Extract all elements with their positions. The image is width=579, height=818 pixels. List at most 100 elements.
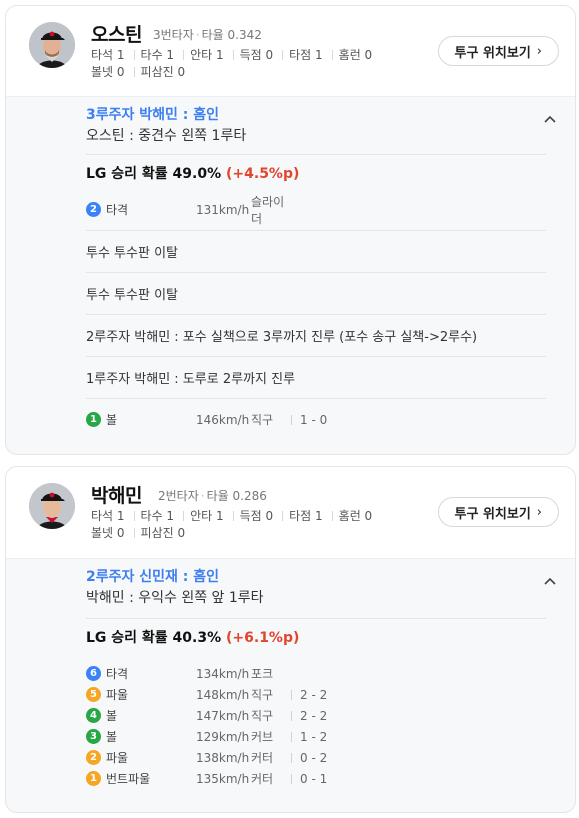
pitch-type: 직구 (251, 413, 274, 427)
win-probability-text: LG 승리 확률 49.0% (86, 166, 222, 182)
pitch-speed: 147km/h (196, 708, 250, 723)
collapse-chevron-up-icon[interactable] (542, 111, 558, 127)
play-detail: 2루주자 신민재 : 홈인 박해민 : 우익수 왼쪽 앞 1루타 LG 승리 확… (6, 559, 575, 789)
pitch-row: 1 번트파울 135km/h 커터 0 - 1 (86, 768, 546, 789)
pitch-type: 커브 (251, 730, 274, 744)
win-probability-delta: (+4.5%p) (226, 166, 300, 182)
stat-item: 타석 1 (91, 47, 135, 64)
stat-item: 피삼진 0 (140, 65, 186, 79)
pitch-speed: 135km/h (196, 771, 250, 786)
pitch-number-badge: 2 (86, 750, 101, 765)
batting-order: 2번타자 (158, 489, 199, 503)
pitch-result: 볼 (106, 730, 118, 744)
win-probability-text: LG 승리 확률 40.3% (86, 630, 222, 646)
pitch-result: 번트파울 (106, 772, 151, 786)
pitch-number-badge: 6 (86, 666, 101, 681)
pitch-location-label: 투구 위치보기 (454, 506, 531, 522)
player-avatar-icon (29, 483, 75, 529)
player-meta: 2번타자 · 타율 0.286 (158, 489, 267, 503)
win-probability: LG 승리 확률 49.0% (+4.5%p) (86, 154, 546, 192)
win-probability-delta: (+6.1%p) (226, 630, 300, 646)
player-name: 오스틴 (91, 24, 142, 46)
batter-header: 오스틴 3번타자 · 타율 0.342 타석 1 타수 1 안타 1 득점 0 타점 1 홈런… (6, 6, 575, 97)
stat-item: 안타 1 (190, 508, 234, 525)
stat-item: 타수 1 (141, 508, 185, 525)
batter-card: 박해민 2번타자 · 타율 0.286 타석 1 타수 1 안타 1 득점 0 타점 1 홈런… (5, 466, 576, 813)
event-row: 투수 투수판 이탈 (86, 272, 546, 314)
pitch-result: 파울 (106, 688, 129, 702)
pitch-row: 3 볼 129km/h 커브 1 - 2 (86, 726, 546, 747)
ball-strike-count: 1 - 0 (291, 413, 327, 427)
avg-label: 타율 (206, 489, 229, 503)
pitch-number-badge: 5 (86, 687, 101, 702)
stat-item: 안타 1 (190, 47, 234, 64)
batter-card: 오스틴 3번타자 · 타율 0.342 타석 1 타수 1 안타 1 득점 0 타점 1 홈런… (5, 5, 576, 455)
event-row: 2루주자 박해민 : 포수 실책으로 3루까지 진루 (포수 송구 실책->2루… (86, 314, 546, 356)
win-probability: LG 승리 확률 40.3% (+6.1%p) (86, 618, 546, 656)
ball-strike-count: 1 - 2 (291, 730, 327, 744)
stat-item: 홈런 0 (338, 48, 373, 62)
result-title: 3루주자 박해민 : 홈인 (86, 107, 220, 123)
stat-item: 홈런 0 (338, 509, 373, 523)
event-row: 1루주자 박해민 : 도루로 2루까지 진루 (86, 356, 546, 398)
pitch-speed: 134km/h (196, 666, 250, 681)
page: 오스틴 3번타자 · 타율 0.342 타석 1 타수 1 안타 1 득점 0 타점 1 홈런… (0, 0, 579, 818)
pitch-number-badge: 3 (86, 729, 101, 744)
pitch-list: 1 볼 146km/h 직구 1 - 0 (86, 398, 546, 440)
pitch-speed: 148km/h (196, 687, 250, 702)
pitch-row: 6 타격 134km/h 포크 (86, 663, 546, 684)
pitch-number-badge: 1 (86, 771, 101, 786)
pitch-result: 타격 (106, 667, 129, 681)
pitch-type: 포크 (251, 667, 274, 681)
batting-order: 3번타자 (153, 28, 194, 42)
ball-strike-count: 0 - 2 (291, 751, 327, 765)
chevron-right-icon: › (536, 43, 542, 59)
player-name: 박해민 (91, 485, 142, 507)
pitch-type: 커터 (251, 751, 274, 765)
pitch-list: 6 타격 134km/h 포크 5 파울 148km/h 직구 2 - 2 4 … (86, 656, 546, 789)
batter-header: 박해민 2번타자 · 타율 0.286 타석 1 타수 1 안타 1 득점 0 타점 1 홈런… (6, 467, 575, 559)
stat-item: 타점 1 (289, 508, 333, 525)
play-result: 3루주자 박해민 : 홈인 오스틴 : 중견수 왼쪽 1루타 (86, 97, 556, 154)
pitch-speed: 138km/h (196, 750, 250, 765)
event-row: 투수 투수판 이탈 (86, 230, 546, 272)
pitch-speed: 146km/h (196, 412, 250, 427)
pitch-location-button[interactable]: 투구 위치보기 › (437, 497, 559, 527)
pitch-result: 파울 (106, 751, 129, 765)
pitch-row: 5 파울 148km/h 직구 2 - 2 (86, 684, 546, 705)
play-detail: 3루주자 박해민 : 홈인 오스틴 : 중견수 왼쪽 1루타 LG 승리 확률 … (6, 97, 575, 440)
pitch-type: 커터 (251, 772, 274, 786)
pitch-result: 타격 (106, 203, 129, 217)
stat-item: 볼넷 0 (91, 64, 135, 81)
pitch-result: 볼 (106, 413, 118, 427)
pitch-number-badge: 4 (86, 708, 101, 723)
pitch-speed: 131km/h (196, 202, 250, 217)
pitch-location-button[interactable]: 투구 위치보기 › (437, 36, 559, 66)
pitch-row: 1 볼 146km/h 직구 1 - 0 (86, 409, 546, 430)
collapse-chevron-up-icon[interactable] (542, 573, 558, 589)
pitch-type: 직구 (251, 709, 274, 723)
pitch-type: 슬라이더 (251, 194, 285, 226)
pitch-row: 2 타격 131km/h 슬라이더 (86, 195, 546, 226)
batting-average: 0.286 (232, 489, 267, 503)
stat-item: 볼넷 0 (91, 525, 135, 542)
chevron-right-icon: › (536, 504, 542, 520)
player-avatar-icon (29, 22, 75, 68)
player-meta: 3번타자 · 타율 0.342 (153, 28, 262, 42)
pitch-number-badge: 1 (86, 412, 101, 427)
result-description: 박해민 : 우익수 왼쪽 앞 1루타 (86, 590, 264, 606)
ball-strike-count: 0 - 1 (291, 772, 327, 786)
avg-label: 타율 (201, 28, 224, 42)
batting-average: 0.342 (227, 28, 262, 42)
stat-item: 타석 1 (91, 508, 135, 525)
pitch-row: 2 파울 138km/h 커터 0 - 2 (86, 747, 546, 768)
game-stats: 타석 1 타수 1 안타 1 득점 0 타점 1 홈런 0 볼넷 0 피삼진 0 (91, 47, 421, 81)
ball-strike-count: 2 - 2 (291, 709, 327, 723)
result-title: 2루주자 신민재 : 홈인 (86, 569, 220, 585)
play-result: 2루주자 신민재 : 홈인 박해민 : 우익수 왼쪽 앞 1루타 (86, 559, 556, 618)
pitch-list: 2 타격 131km/h 슬라이더 (86, 192, 546, 230)
ball-strike-count: 2 - 2 (291, 688, 327, 702)
stat-item: 피삼진 0 (140, 526, 186, 540)
stat-item: 타수 1 (141, 47, 185, 64)
stat-item: 득점 0 (240, 508, 284, 525)
